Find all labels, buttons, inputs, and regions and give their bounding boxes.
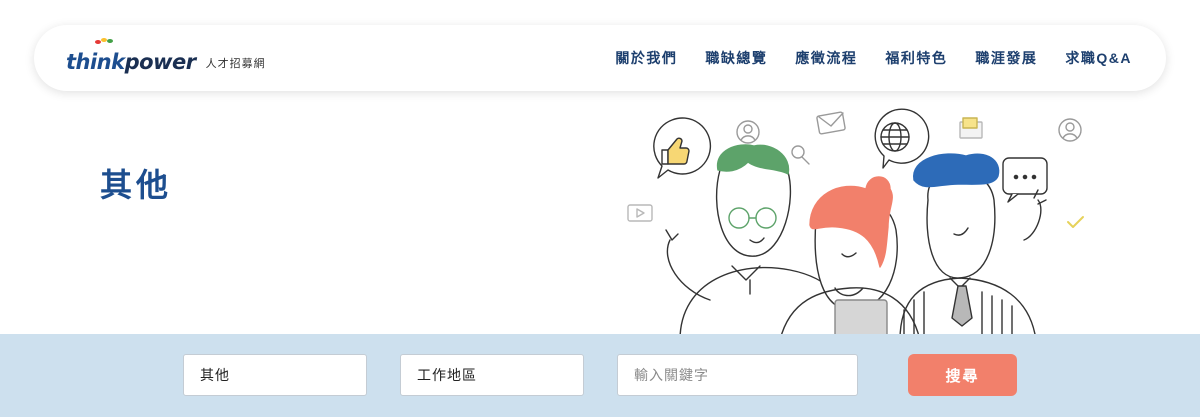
nav-item-faq[interactable]: 求職Q&A (1065, 48, 1132, 68)
thumbs-up-bubble-icon (653, 117, 712, 179)
play-icon (627, 204, 653, 222)
search-button[interactable]: 搜尋 (908, 354, 1017, 396)
check-icon (1067, 216, 1084, 228)
category-select[interactable]: 其他 (183, 354, 367, 396)
location-select[interactable]: 工作地區 (400, 354, 584, 396)
hero-illustration (627, 108, 1084, 340)
person-middle (779, 176, 921, 340)
logo-subtitle: 人才招募網 (205, 58, 266, 70)
search-icon (791, 145, 810, 165)
globe-bubble-icon (874, 108, 930, 169)
logo-dots-icon (95, 38, 113, 44)
chat-bubble-icon (1002, 157, 1048, 203)
nav-item-process[interactable]: 應徵流程 (795, 48, 857, 68)
folder-icon (959, 117, 983, 139)
nav-item-career[interactable]: 職涯發展 (975, 48, 1037, 68)
main-nav: 關於我們 職缺總覽 應徵流程 福利特色 職涯發展 求職Q&A (615, 25, 1132, 91)
page-title: 其他 (100, 167, 173, 203)
nav-item-jobs[interactable]: 職缺總覽 (705, 48, 767, 68)
keyword-field[interactable] (617, 354, 858, 396)
site-header: thinkpower 人才招募網 關於我們 職缺總覽 應徵流程 福利特色 職涯發… (34, 25, 1166, 91)
user-avatar-icon-2 (1058, 118, 1082, 142)
keyword-input[interactable] (634, 355, 857, 395)
search-bar: 其他 工作地區 搜尋 (0, 334, 1200, 417)
mail-icon (816, 111, 846, 135)
user-avatar-icon (736, 120, 760, 144)
nav-item-benefits[interactable]: 福利特色 (885, 48, 947, 68)
nav-item-about[interactable]: 關於我們 (615, 48, 677, 68)
logo-wordmark: thinkpower (66, 50, 196, 74)
logo[interactable]: thinkpower 人才招募網 (66, 38, 266, 75)
